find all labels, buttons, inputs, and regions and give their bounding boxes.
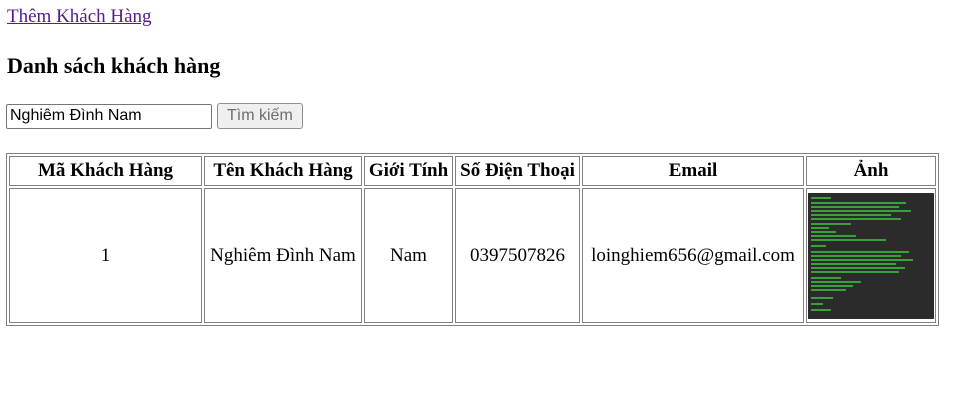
search-button[interactable]: Tìm kiếm [217, 103, 303, 129]
cell-phone: 0397507826 [455, 188, 580, 323]
cell-photo [806, 188, 936, 323]
header-customer-name: Tên Khách Hàng [204, 156, 362, 186]
customer-photo-image [808, 192, 934, 319]
cell-customer-id: 1 [9, 188, 202, 323]
header-email: Email [582, 156, 804, 186]
cell-email: loinghiem656@gmail.com [582, 188, 804, 323]
table-row: 1 Nghiêm Đình Nam Nam 0397507826 loinghi… [9, 188, 936, 323]
search-form: Tìm kiếm [6, 103, 303, 129]
cell-customer-name: Nghiêm Đình Nam [204, 188, 362, 323]
search-input[interactable] [6, 103, 212, 129]
header-gender: Giới Tính [364, 156, 453, 186]
table-header-row: Mã Khách Hàng Tên Khách Hàng Giới Tính S… [9, 156, 936, 186]
header-photo: Ảnh [806, 156, 936, 186]
header-phone: Số Điện Thoại [455, 156, 580, 186]
header-customer-id: Mã Khách Hàng [9, 156, 202, 186]
customer-table: Mã Khách Hàng Tên Khách Hàng Giới Tính S… [6, 153, 939, 326]
cell-gender: Nam [364, 188, 453, 323]
page-title: Danh sách khách hàng [7, 53, 221, 78]
add-customer-link[interactable]: Thêm Khách Hàng [7, 6, 152, 28]
